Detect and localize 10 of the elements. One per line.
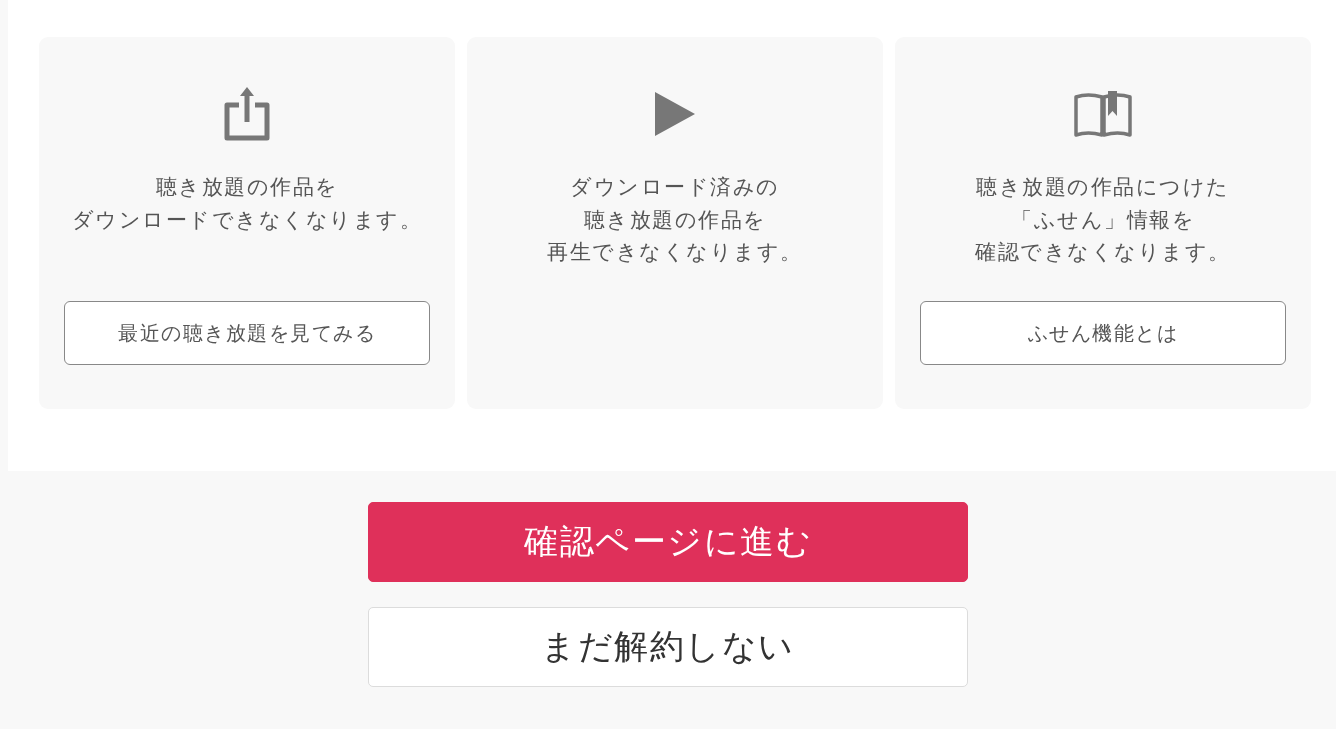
book-bookmark-icon: [1074, 91, 1132, 137]
share-icon: [224, 87, 270, 141]
card-message: 聴き放題の作品を ダウンロードできなくなります。: [71, 174, 423, 234]
play-icon: [655, 92, 695, 136]
cancel-button[interactable]: まだ解約しない: [368, 607, 968, 687]
card-link-button[interactable]: ふせん機能とは: [920, 301, 1286, 365]
card-message: ダウンロード済みの 聴き放題の作品を 再生できなくなります。: [547, 174, 803, 266]
confirm-button[interactable]: 確認ページに進む: [368, 502, 968, 582]
card-link-button[interactable]: 最近の聴き放題を見てみる: [64, 301, 430, 365]
card-message: 聴き放題の作品につけた 「ふせん」情報を 確認できなくなります。: [975, 174, 1231, 266]
